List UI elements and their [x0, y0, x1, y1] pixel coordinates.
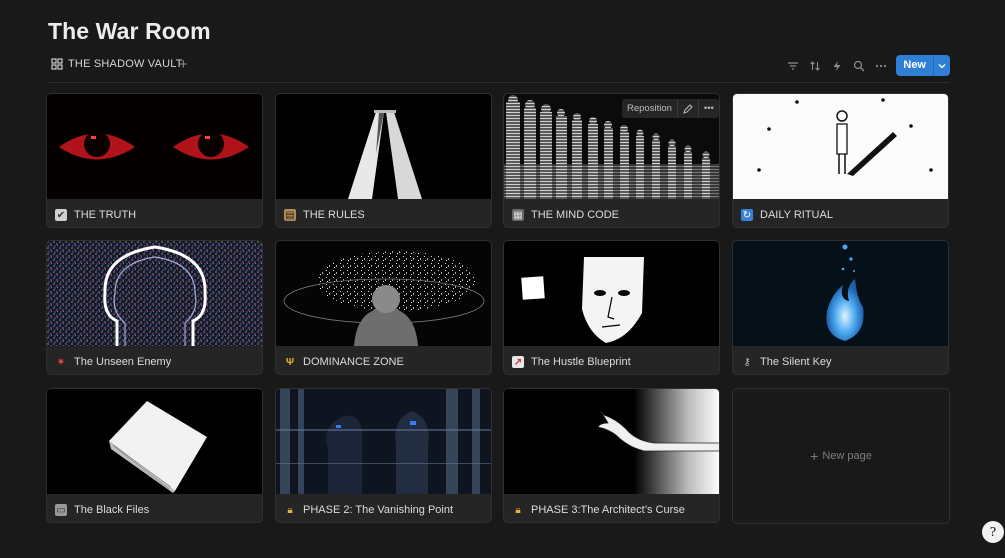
- view-tab-label: THE SHADOW VAULT: [68, 58, 183, 70]
- card-title: The Hustle Blueprint: [531, 356, 631, 368]
- card-the-hustle-blueprint[interactable]: ↗ The Hustle Blueprint: [503, 240, 720, 375]
- view-tab-shadow-vault[interactable]: THE SHADOW VAULT: [51, 58, 183, 70]
- chart-icon: ↗: [512, 356, 524, 368]
- new-page-card[interactable]: + New page: [732, 388, 950, 524]
- card-title: PHASE 2: The Vanishing Point: [303, 504, 454, 516]
- check-box-icon: ✔: [55, 209, 67, 221]
- add-view-button[interactable]: +: [179, 56, 188, 74]
- help-icon[interactable]: ?: [982, 521, 1004, 543]
- card-cover-image: [276, 241, 491, 346]
- card-cover-image: [733, 94, 948, 199]
- new-button[interactable]: New: [896, 55, 950, 76]
- card-cover-image: [276, 94, 491, 199]
- card-the-mind-code[interactable]: Reposition ••• ▦ THE MIND CODE: [503, 93, 720, 228]
- card-caption: ▭ The Black Files: [55, 502, 256, 518]
- card-dominance-zone[interactable]: Ψ DOMINANCE ZONE: [275, 240, 492, 375]
- card-title: THE RULES: [303, 209, 365, 221]
- card-caption: ✔ THE TRUTH: [55, 207, 256, 223]
- card-caption: ▤ THE RULES: [284, 207, 485, 223]
- card-cover-image: [504, 241, 719, 346]
- card-caption: ✷ The Unseen Enemy: [55, 354, 256, 370]
- card-the-unseen-enemy[interactable]: ✷ The Unseen Enemy: [46, 240, 263, 375]
- more-icon[interactable]: •••: [699, 99, 719, 118]
- cover-controls: Reposition •••: [622, 99, 719, 118]
- card-the-silent-key[interactable]: ⚷ The Silent Key: [732, 240, 949, 375]
- notebook-icon: ▦: [512, 209, 524, 221]
- card-cover-image: [47, 241, 262, 346]
- filter-icon[interactable]: [782, 56, 804, 76]
- sort-icon[interactable]: [804, 56, 826, 76]
- search-icon[interactable]: [848, 56, 870, 76]
- card-phase-3[interactable]: 🔒︎ PHASE 3:The Architect’s Curse: [503, 388, 720, 523]
- gallery-icon: [51, 58, 63, 70]
- card-the-black-files[interactable]: ▭ The Black Files: [46, 388, 263, 523]
- card-title: The Unseen Enemy: [74, 356, 172, 368]
- new-page-label: New page: [822, 450, 872, 462]
- card-cover-image: [276, 389, 491, 494]
- view-bar: THE SHADOW VAULT + New: [48, 55, 950, 83]
- card-cover-image: [47, 389, 262, 494]
- folder-icon: ▭: [55, 504, 67, 516]
- card-caption: ⚷ The Silent Key: [741, 354, 942, 370]
- card-caption: ↻ DAILY RITUAL: [741, 207, 942, 223]
- new-button-label: New: [903, 59, 926, 71]
- card-cover-image: [47, 94, 262, 199]
- card-title: The Black Files: [74, 504, 150, 516]
- trident-icon: Ψ: [285, 356, 295, 368]
- card-title: DOMINANCE ZONE: [303, 356, 404, 368]
- chevron-down-icon[interactable]: [933, 55, 950, 76]
- more-icon[interactable]: [870, 56, 892, 76]
- repeat-icon: ↻: [741, 209, 753, 221]
- key-icon: ⚷: [743, 356, 751, 368]
- lock-icon: 🔒︎: [515, 504, 521, 516]
- card-caption: ↗ The Hustle Blueprint: [512, 354, 713, 370]
- scroll-icon: ▤: [284, 209, 296, 221]
- card-title: PHASE 3:The Architect’s Curse: [531, 504, 685, 516]
- card-title: DAILY RITUAL: [760, 209, 833, 221]
- card-daily-ritual[interactable]: ↻ DAILY RITUAL: [732, 93, 949, 228]
- card-cover-image: Reposition •••: [504, 94, 719, 199]
- card-the-rules[interactable]: ▤ THE RULES: [275, 93, 492, 228]
- card-caption: Ψ DOMINANCE ZONE: [284, 354, 485, 370]
- anger-symbol-icon: ✷: [56, 356, 66, 368]
- card-cover-image: [733, 241, 948, 346]
- plus-icon: +: [810, 448, 819, 464]
- card-caption: 🔒︎ PHASE 2: The Vanishing Point: [284, 502, 485, 518]
- card-cover-image: [504, 389, 719, 494]
- pencil-icon[interactable]: [678, 99, 699, 118]
- page-title: The War Room: [48, 18, 211, 44]
- card-title: THE MIND CODE: [531, 209, 619, 221]
- lock-icon: 🔒︎: [287, 504, 293, 516]
- reposition-button[interactable]: Reposition: [622, 99, 678, 118]
- card-caption: ▦ THE MIND CODE: [512, 207, 713, 223]
- card-title: The Silent Key: [760, 356, 832, 368]
- view-toolbar: New: [782, 55, 950, 76]
- automation-icon[interactable]: [826, 56, 848, 76]
- card-the-truth[interactable]: ✔ THE TRUTH: [46, 93, 263, 228]
- card-phase-2[interactable]: 🔒︎ PHASE 2: The Vanishing Point: [275, 388, 492, 523]
- card-title: THE TRUTH: [74, 209, 137, 221]
- card-caption: 🔒︎ PHASE 3:The Architect’s Curse: [512, 502, 713, 518]
